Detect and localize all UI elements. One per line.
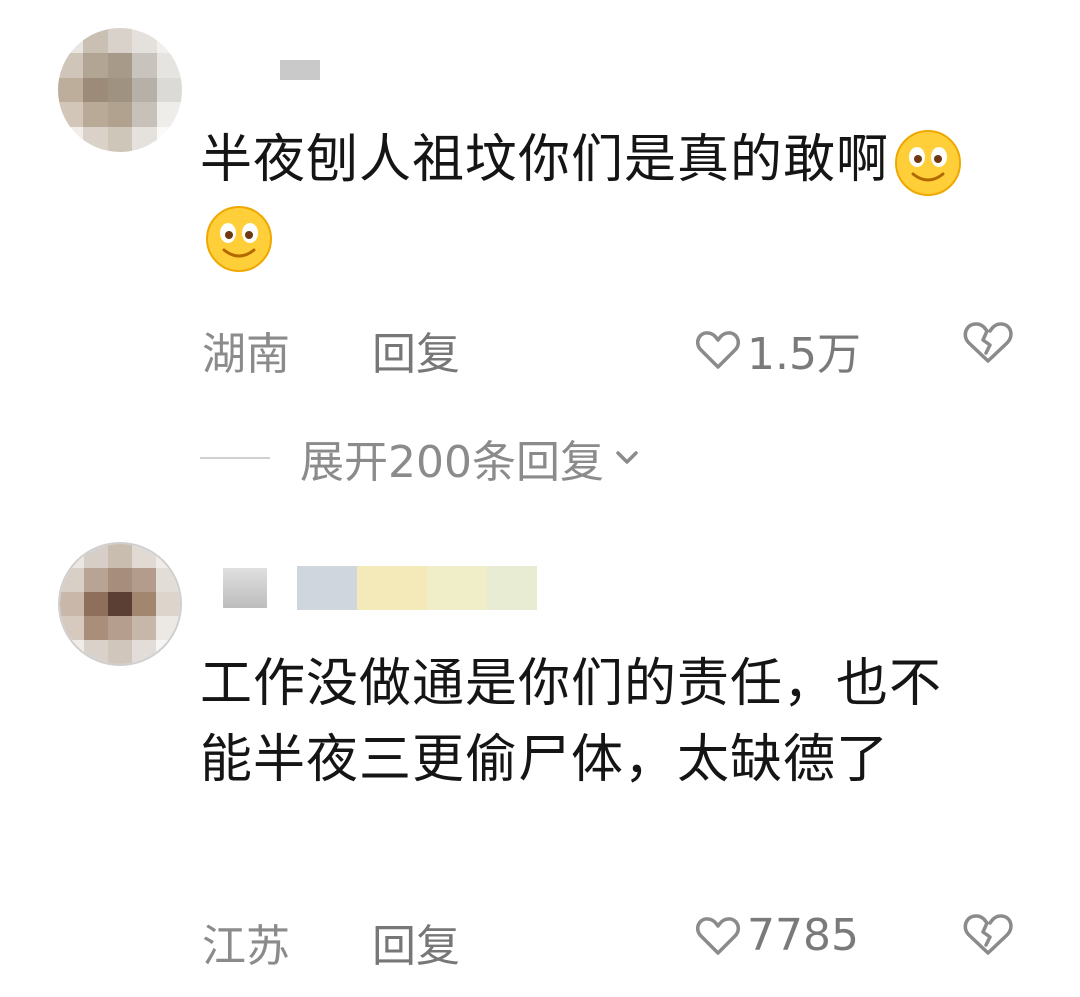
like-count: 1.5万 bbox=[747, 329, 861, 380]
reply-button[interactable]: 回复 bbox=[372, 318, 460, 382]
comment-text: 半夜刨人祖坟你们是真的敢啊 bbox=[200, 122, 1000, 274]
broken-heart-icon[interactable] bbox=[962, 320, 1014, 366]
avatar[interactable] bbox=[58, 28, 182, 152]
like-count: 7785 bbox=[747, 910, 859, 961]
broken-heart-icon[interactable] bbox=[962, 912, 1014, 958]
username-blurred[interactable] bbox=[205, 560, 537, 616]
heart-outline-icon bbox=[696, 916, 740, 955]
expand-replies-label: 展开200条回复 bbox=[300, 437, 604, 488]
smiley-emoji bbox=[895, 130, 962, 196]
smiley-emoji bbox=[206, 206, 272, 272]
heart-outline-icon bbox=[696, 331, 740, 369]
location-label: 湖南 bbox=[202, 329, 290, 380]
comment-text-content: 半夜刨人祖坟你们是真的敢啊 bbox=[200, 130, 890, 190]
username-blurred[interactable] bbox=[205, 42, 320, 98]
comment-text: 工作没做通是你们的责任，也不能半夜三更偷尸体，太缺德了 bbox=[200, 646, 980, 798]
comment-meta: 湖南 回复 1.5万 bbox=[0, 318, 1080, 382]
expand-replies-button[interactable]: 展开200条回复 bbox=[200, 426, 644, 490]
avatar[interactable] bbox=[58, 542, 182, 666]
comment-text-content: 工作没做通是你们的责任，也不能半夜三更偷尸体，太缺德了 bbox=[200, 654, 943, 790]
chevron-down-icon bbox=[616, 451, 638, 464]
like-button[interactable]: 7785 bbox=[695, 910, 859, 961]
divider-line bbox=[200, 457, 270, 459]
comment-meta: 江苏 回复 7785 bbox=[0, 910, 1080, 974]
reply-button[interactable]: 回复 bbox=[372, 910, 460, 974]
location-label: 江苏 bbox=[202, 921, 290, 972]
like-button[interactable]: 1.5万 bbox=[695, 318, 861, 382]
